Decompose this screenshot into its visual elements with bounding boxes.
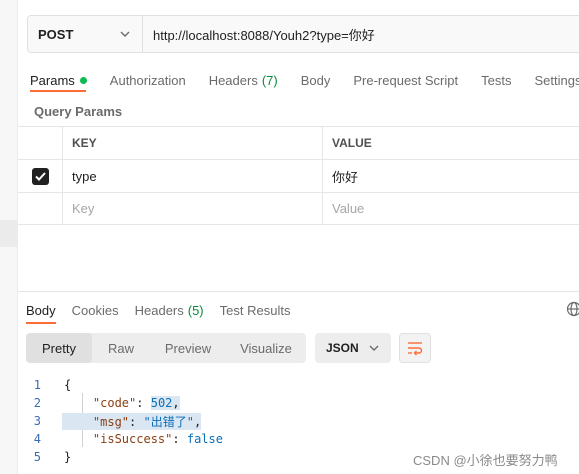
- pretty-button[interactable]: Pretty: [26, 333, 92, 363]
- request-bar: POST http://localhost:8088/Youh2?type=你好: [27, 15, 579, 53]
- line-number: 1: [33, 378, 41, 392]
- active-response-tab-indicator: [26, 322, 56, 324]
- code-line: 2 "code": 502,: [26, 394, 223, 412]
- code-line: 5 }: [26, 448, 223, 466]
- wrap-lines-button[interactable]: [399, 333, 431, 363]
- table-row: type 你好: [18, 159, 579, 192]
- json-key: "isSuccess": [92, 432, 173, 446]
- header-check-cell: [18, 127, 63, 159]
- tab-tests[interactable]: Tests: [481, 70, 511, 90]
- watermark: CSDN @小徐也要努力鸭: [413, 453, 558, 468]
- json-key: "msg": [92, 414, 130, 429]
- query-params-title: Query Params: [34, 104, 123, 119]
- table-header-row: KEY VALUE: [18, 126, 579, 159]
- tab-cookies[interactable]: Cookies: [72, 300, 119, 320]
- active-tab-indicator: [30, 90, 86, 92]
- tab-label: Headers: [134, 302, 184, 318]
- response-tabs: Body Cookies Headers (5) Test Results: [26, 300, 306, 320]
- method-select[interactable]: POST: [28, 16, 143, 52]
- tab-label: Body: [300, 72, 331, 88]
- row-check-cell: [18, 160, 63, 192]
- code-line-content: "code": 502,: [92, 396, 180, 410]
- headers-count: (7): [261, 72, 278, 88]
- left-sidebar-gutter: [0, 0, 18, 474]
- method-label: POST: [38, 26, 74, 42]
- param-value-cell[interactable]: 你好: [323, 160, 579, 192]
- tab-label: Headers: [208, 72, 258, 88]
- visualize-button[interactable]: Visualize: [226, 333, 306, 363]
- new-key-input[interactable]: Key: [63, 193, 323, 224]
- code-brace-close: }: [64, 450, 72, 464]
- tab-label: Tests: [481, 72, 512, 88]
- wrap-lines-icon: [408, 342, 423, 356]
- tab-label: Body: [26, 302, 56, 318]
- tab-body[interactable]: Body: [301, 70, 331, 90]
- tab-params[interactable]: Params: [30, 70, 87, 90]
- line-number: 5: [33, 450, 41, 464]
- tab-response-headers[interactable]: Headers (5): [135, 300, 204, 320]
- json-value: 502: [150, 396, 173, 410]
- tab-label: Cookies: [71, 302, 119, 318]
- param-enabled-checkbox[interactable]: [31, 167, 49, 185]
- code-line: 4 "isSuccess": false: [26, 430, 223, 448]
- pane-divider[interactable]: [18, 291, 579, 292]
- format-label: JSON: [326, 341, 359, 355]
- row-check-cell: [18, 193, 63, 224]
- response-headers-count: (5): [187, 302, 204, 318]
- tab-response-body[interactable]: Body: [26, 300, 56, 320]
- column-header-key: KEY: [63, 127, 323, 159]
- param-key-cell[interactable]: type: [63, 160, 323, 192]
- code-line-content: "msg": "出错了",: [62, 412, 202, 430]
- json-key: "code": [92, 396, 137, 410]
- tab-pre-request-script[interactable]: Pre-request Script: [353, 70, 458, 90]
- code-line: 1 {: [26, 376, 223, 394]
- tab-label: Authorization: [109, 72, 186, 88]
- tab-label: Params: [30, 72, 75, 88]
- checkmark-icon: [34, 171, 46, 181]
- globe-icon[interactable]: [566, 301, 579, 317]
- line-number: 2: [33, 396, 41, 410]
- tab-settings[interactable]: Settings: [534, 70, 579, 90]
- tab-headers[interactable]: Headers (7): [209, 70, 278, 90]
- url-input[interactable]: http://localhost:8088/Youh2?type=你好: [143, 16, 579, 52]
- params-active-dot-icon: [79, 76, 87, 84]
- tab-test-results[interactable]: Test Results: [220, 300, 291, 320]
- code-line-content: "isSuccess": false: [92, 432, 223, 446]
- line-number: 3: [33, 414, 41, 428]
- view-mode-group: Pretty Raw Preview Visualize: [26, 333, 306, 363]
- chevron-down-icon: [369, 345, 379, 351]
- new-value-input[interactable]: Value: [323, 193, 579, 224]
- line-number: 4: [33, 432, 41, 446]
- request-tabs: Params Authorization Headers (7) Body Pr…: [30, 70, 579, 90]
- chevron-down-icon: [120, 31, 130, 37]
- format-select[interactable]: JSON: [315, 333, 391, 363]
- json-value: "出错了": [143, 414, 194, 429]
- tab-label: Test Results: [219, 302, 291, 318]
- tab-label: Pre-request Script: [353, 72, 459, 88]
- tab-authorization[interactable]: Authorization: [110, 70, 186, 90]
- sidebar-collapse-handle[interactable]: [0, 220, 18, 247]
- json-value: false: [186, 432, 223, 446]
- raw-button[interactable]: Raw: [92, 333, 150, 363]
- code-line: 3 "msg": "出错了",: [26, 412, 223, 430]
- query-params-table: KEY VALUE type 你好 Key Value: [18, 126, 579, 225]
- tab-label: Settings: [534, 72, 579, 88]
- code-brace-open: {: [64, 378, 72, 392]
- table-row-empty: Key Value: [18, 192, 579, 225]
- preview-button[interactable]: Preview: [150, 333, 226, 363]
- column-header-value: VALUE: [332, 136, 372, 150]
- response-body-code[interactable]: 1 { 2 "code": 502, 3 "msg": "出错了", 4 "is…: [26, 376, 223, 466]
